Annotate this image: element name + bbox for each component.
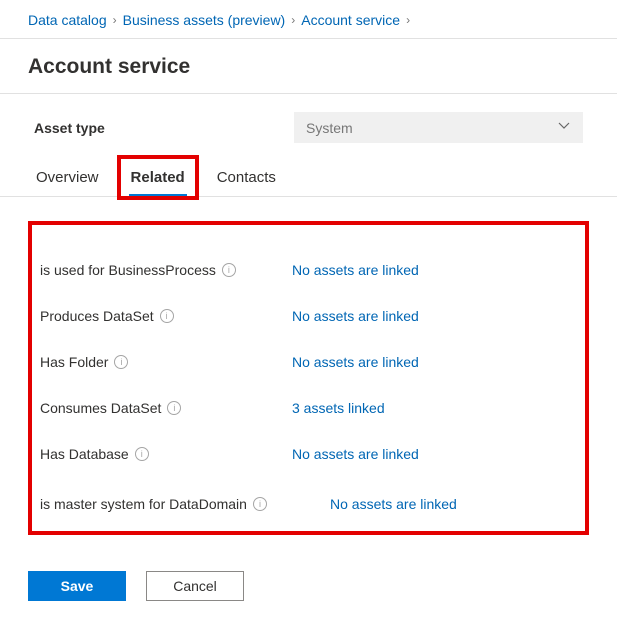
related-row: is master system for DataDomain i No ass… bbox=[40, 477, 577, 523]
cancel-button[interactable]: Cancel bbox=[146, 571, 244, 601]
related-link[interactable]: No assets are linked bbox=[292, 308, 419, 324]
breadcrumb: Data catalog › Business assets (preview)… bbox=[0, 8, 617, 39]
related-link[interactable]: No assets are linked bbox=[330, 496, 457, 512]
breadcrumb-link-account-service[interactable]: Account service bbox=[301, 12, 400, 28]
breadcrumb-link-data-catalog[interactable]: Data catalog bbox=[28, 12, 107, 28]
asset-type-label: Asset type bbox=[34, 120, 274, 136]
related-link[interactable]: No assets are linked bbox=[292, 354, 419, 370]
related-link[interactable]: No assets are linked bbox=[292, 262, 419, 278]
related-link[interactable]: No assets are linked bbox=[292, 446, 419, 462]
chevron-down-icon bbox=[557, 119, 571, 136]
related-label: is master system for DataDomain bbox=[40, 496, 247, 512]
related-row: Has Database i No assets are linked bbox=[40, 431, 577, 477]
info-icon[interactable]: i bbox=[135, 447, 149, 461]
related-label: Produces DataSet bbox=[40, 308, 154, 324]
tab-contacts[interactable]: Contacts bbox=[215, 163, 278, 196]
asset-type-value: System bbox=[306, 120, 353, 136]
related-label: Has Database bbox=[40, 446, 129, 462]
info-icon[interactable]: i bbox=[222, 263, 236, 277]
info-icon[interactable]: i bbox=[167, 401, 181, 415]
button-row: Save Cancel bbox=[0, 549, 617, 601]
related-row: is used for BusinessProcess i No assets … bbox=[40, 247, 577, 293]
related-label: Consumes DataSet bbox=[40, 400, 161, 416]
related-panel: is used for BusinessProcess i No assets … bbox=[28, 221, 589, 535]
save-button[interactable]: Save bbox=[28, 571, 126, 601]
info-icon[interactable]: i bbox=[114, 355, 128, 369]
chevron-right-icon: › bbox=[113, 13, 117, 27]
page-title: Account service bbox=[0, 39, 617, 94]
related-label: is used for BusinessProcess bbox=[40, 262, 216, 278]
related-row: Consumes DataSet i 3 assets linked bbox=[40, 385, 577, 431]
tab-related[interactable]: Related bbox=[129, 163, 187, 197]
asset-type-select[interactable]: System bbox=[294, 112, 583, 143]
related-row: Produces DataSet i No assets are linked bbox=[40, 293, 577, 339]
related-link[interactable]: 3 assets linked bbox=[292, 400, 385, 416]
related-row: Has Folder i No assets are linked bbox=[40, 339, 577, 385]
info-icon[interactable]: i bbox=[160, 309, 174, 323]
tablist: Overview Related Contacts bbox=[0, 163, 617, 197]
related-label: Has Folder bbox=[40, 354, 108, 370]
asset-type-field: Asset type System bbox=[0, 94, 617, 163]
info-icon[interactable]: i bbox=[253, 497, 267, 511]
chevron-right-icon: › bbox=[406, 13, 410, 27]
chevron-right-icon: › bbox=[291, 13, 295, 27]
tab-overview[interactable]: Overview bbox=[34, 163, 101, 196]
breadcrumb-link-business-assets[interactable]: Business assets (preview) bbox=[123, 12, 286, 28]
